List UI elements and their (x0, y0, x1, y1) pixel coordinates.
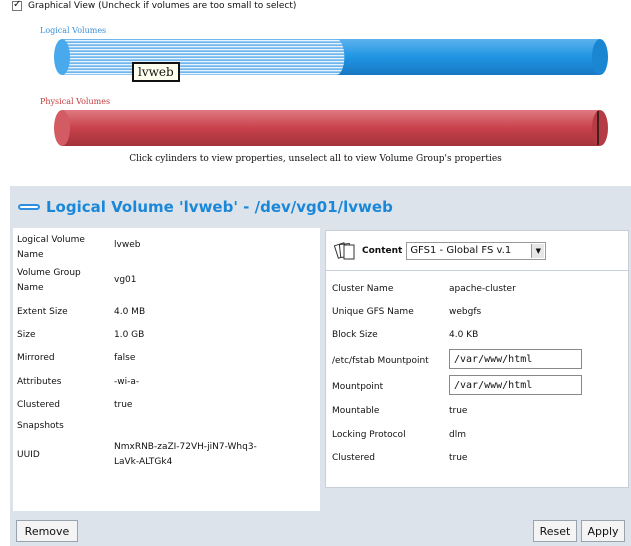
field-key: /etc/fstab Mountpoint (332, 356, 429, 366)
field-key: Unique GFS Name (332, 307, 414, 317)
field-value: webgfs (449, 307, 482, 317)
logical-volume-panel: Logical Volume 'lvweb' - /dev/vg01/lvweb… (10, 186, 631, 546)
physical-volumes-label: Physical Volumes (40, 97, 111, 106)
selected-logical-volume-edge (328, 39, 345, 75)
property-value: 1.0 GB (114, 330, 145, 340)
content-field-row: Mountpoint (332, 375, 626, 399)
property-value: -wi-a- (114, 377, 140, 387)
reset-button[interactable]: Reset (533, 520, 577, 542)
physical-volume-cylinder[interactable] (50, 108, 610, 148)
content-type-select[interactable]: GFS1 - Global FS v.1 ▼ (406, 241, 547, 260)
graphical-view-checkbox[interactable] (12, 0, 22, 11)
property-key: Logical Volume Name (17, 235, 85, 260)
property-key: UUID (17, 450, 40, 460)
field-key: Mountpoint (332, 382, 384, 392)
fstab-mountpoint-input[interactable] (449, 349, 582, 369)
field-key: Cluster Name (332, 284, 394, 294)
field-value: dlm (449, 430, 466, 440)
dropdown-arrow-icon[interactable]: ▼ (531, 243, 545, 258)
field-value: true (449, 406, 468, 416)
panel-header: Logical Volume 'lvweb' - /dev/vg01/lvweb (10, 186, 631, 228)
field-key: Locking Protocol (332, 430, 406, 440)
property-value: vg01 (114, 275, 137, 285)
mountpoint-input[interactable] (449, 375, 582, 395)
property-value: NmxRNB-zaZI-72VH-jiN7-Whq3-LaVk-ALTGk4 (114, 442, 257, 467)
content-selector-row: Content GFS1 - Global FS v.1 ▼ (326, 231, 628, 271)
logical-volume-icon (18, 204, 40, 210)
lv-properties: Logical Volume Name lvweb Volume Group N… (13, 228, 320, 511)
apply-button[interactable]: Apply (581, 520, 625, 542)
graphical-view-label: Graphical View (Uncheck if volumes are t… (28, 1, 297, 11)
property-key: Mirrored (17, 353, 55, 363)
property-value: lvweb (114, 240, 141, 250)
documents-icon (334, 241, 355, 259)
field-value: true (449, 453, 468, 463)
volume-tooltip: lvweb (132, 62, 180, 82)
property-key: Size (17, 330, 36, 340)
remove-button[interactable]: Remove (16, 520, 78, 542)
property-key: Extent Size (17, 307, 68, 317)
logical-volume-front-cap (54, 39, 70, 75)
field-value: apache-cluster (449, 284, 516, 294)
content-type-value: GFS1 - Global FS v.1 (410, 245, 512, 256)
property-row: Volume Group Name vg01 (17, 266, 317, 296)
content-label: Content (362, 245, 403, 256)
field-key: Block Size (332, 330, 378, 340)
cylinder-hint: Click cylinders to view properties, unse… (129, 154, 502, 164)
field-value: 4.0 KB (449, 330, 479, 340)
property-value: false (114, 353, 136, 363)
property-key: Attributes (17, 377, 62, 387)
logical-volume-end-cap (592, 39, 608, 75)
physical-volume-end-cap (592, 110, 608, 146)
field-key: Mountable (332, 406, 380, 416)
property-row: UUID NmxRNB-zaZI-72VH-jiN7-Whq3-LaVk-ALT… (17, 440, 317, 472)
property-value: 4.0 MB (114, 307, 146, 317)
property-value: true (114, 400, 133, 410)
panel-title: Logical Volume 'lvweb' - /dev/vg01/lvweb (46, 198, 393, 216)
physical-volume-body[interactable] (62, 110, 600, 146)
selected-logical-volume-lvweb[interactable] (62, 39, 337, 75)
content-field-row: /etc/fstab Mountpoint (332, 349, 626, 373)
property-key: Volume Group Name (17, 268, 81, 293)
property-row: Logical Volume Name lvweb (17, 233, 317, 263)
content-properties: Content GFS1 - Global FS v.1 ▼ Cluster N… (325, 230, 629, 488)
field-key: Clustered (332, 453, 375, 463)
property-key: Snapshots (17, 421, 64, 431)
logical-volumes-label: Logical Volumes (40, 26, 107, 35)
graphical-view-row: Graphical View (Uncheck if volumes are t… (12, 0, 296, 12)
property-key: Clustered (17, 400, 60, 410)
physical-volume-front-cap (54, 110, 70, 146)
